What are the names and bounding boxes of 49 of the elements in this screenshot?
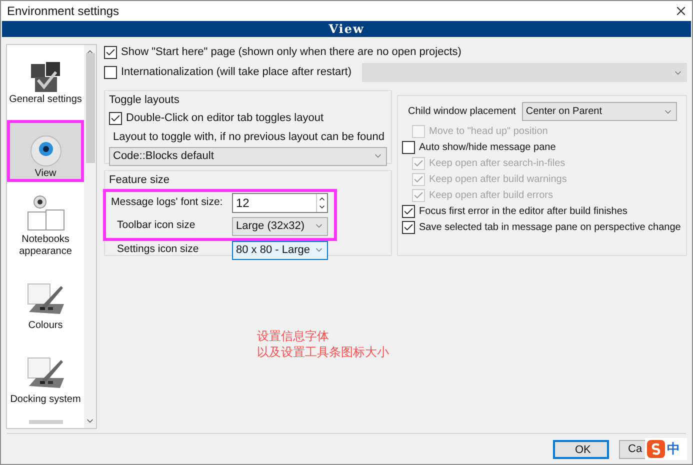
eye-icon bbox=[28, 134, 62, 168]
checkbox-label: Keep open after build warnings bbox=[429, 172, 567, 186]
cubes-icon bbox=[28, 60, 62, 94]
checkbox[interactable] bbox=[104, 46, 117, 58]
field-label: Message logs' font size: bbox=[110, 195, 224, 210]
checkbox[interactable] bbox=[402, 140, 415, 154]
checkbox-label: Save selected tab in message pane on perspective change bbox=[419, 220, 681, 234]
close-icon[interactable] bbox=[674, 4, 688, 18]
field-label: Settings icon size bbox=[116, 242, 200, 258]
field-label: Child window placement bbox=[408, 105, 516, 119]
dialog-button[interactable]: Ca bbox=[619, 440, 645, 458]
icon-size-select[interactable]: 80 x 80 - Large bbox=[232, 240, 328, 260]
checkbox-label: Double-Click on editor tab toggles layout bbox=[126, 111, 324, 126]
group-title: Feature size bbox=[109, 173, 171, 188]
scroll-thumb[interactable] bbox=[86, 53, 94, 163]
ime-indicator[interactable]: 中 bbox=[645, 438, 687, 460]
checkbox-label: Keep open after search-in-files bbox=[429, 156, 566, 170]
checkbox-label: Keep open after build errors bbox=[429, 188, 553, 202]
font-size-spin-field[interactable]: 12 bbox=[232, 193, 328, 213]
sidebar-item[interactable]: Notebooks appearance bbox=[7, 194, 84, 260]
sidebar-item[interactable]: General settings bbox=[7, 46, 84, 108]
checkbox[interactable] bbox=[109, 112, 122, 125]
layout-select[interactable]: Code::Blocks default bbox=[109, 147, 387, 166]
checkbox-label: Focus first error in the editor after build finishes bbox=[419, 204, 628, 218]
sidebar-item[interactable]: Docking system bbox=[7, 346, 84, 408]
checkbox[interactable] bbox=[402, 220, 415, 234]
checkbox[interactable] bbox=[402, 204, 415, 218]
spin-down-icon[interactable] bbox=[318, 203, 326, 211]
page-title: View bbox=[328, 21, 364, 38]
checkbox-label: Show "Start here" page (shown only when there are no open projects) bbox=[121, 44, 462, 60]
dialog-button[interactable]: OK bbox=[553, 440, 609, 458]
checkbox-label: Internationalization (will take place after restart) bbox=[121, 65, 352, 80]
group-title: Toggle layouts bbox=[109, 93, 180, 108]
scrollbar[interactable] bbox=[84, 45, 96, 428]
checkbox-label: Auto show/hide message pane bbox=[419, 140, 556, 154]
annotation-text: 设置信息字体 bbox=[257, 328, 330, 344]
placement-select[interactable]: Center on Parent bbox=[522, 102, 677, 121]
ime-logo-icon bbox=[647, 440, 665, 458]
checkbox-label: Move to "head up" position bbox=[429, 124, 548, 138]
spin-up-icon[interactable] bbox=[318, 195, 326, 203]
window-title: Environment settings bbox=[7, 3, 120, 20]
layout-label: Layout to toggle with, if no previous layout can be found bbox=[112, 130, 386, 144]
sidebar-item[interactable]: View bbox=[7, 120, 84, 182]
icon-size-select[interactable]: Large (32x32) bbox=[232, 216, 328, 236]
annotation-text: 以及设置工具条图标大小 bbox=[257, 344, 390, 360]
field-label: Toolbar icon size bbox=[116, 218, 196, 234]
checkbox[interactable] bbox=[104, 66, 117, 79]
partial-item-icon bbox=[28, 420, 62, 424]
sidebar-item[interactable]: Colours bbox=[7, 272, 84, 334]
